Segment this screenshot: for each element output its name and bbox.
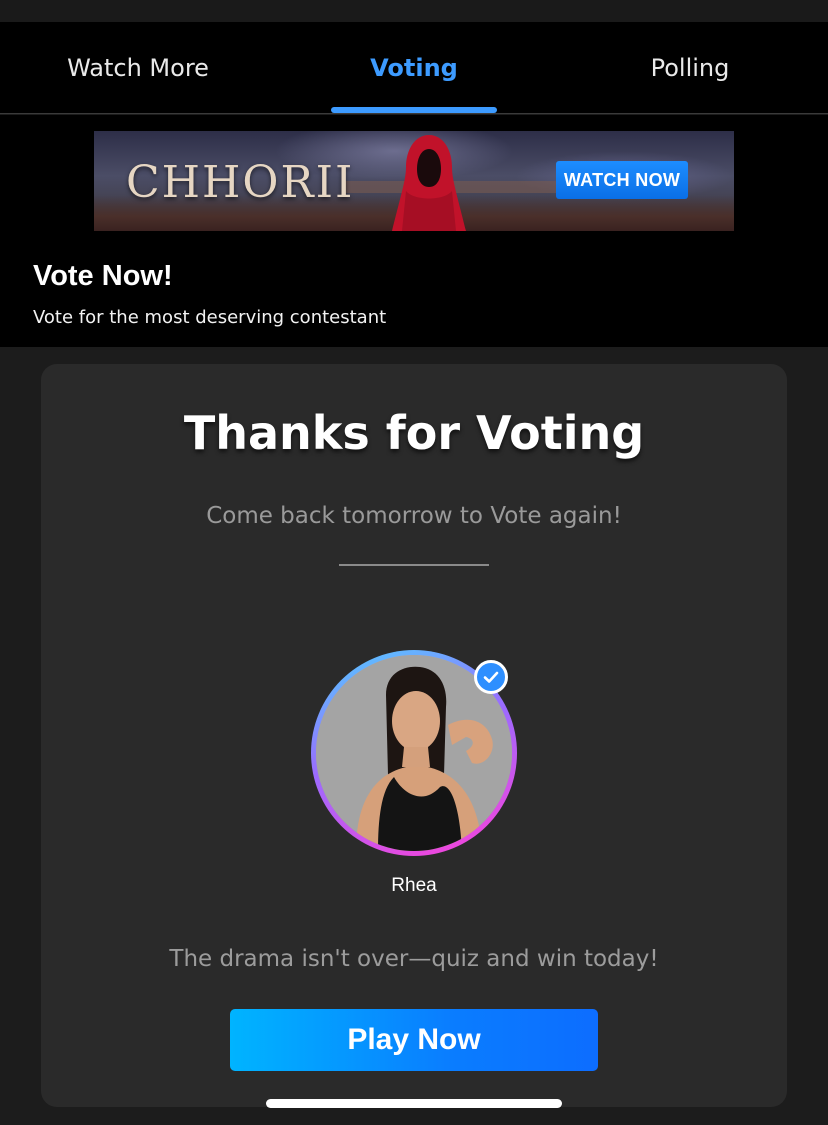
voting-result-card: Thanks for Voting Come back tomorrow to … <box>41 364 787 1107</box>
vote-subtitle: Vote for the most deserving contestant <box>33 307 387 328</box>
thanks-title: Thanks for Voting <box>183 406 645 460</box>
divider <box>339 564 489 566</box>
come-back-message: Come back tomorrow to Vote again! <box>206 503 622 529</box>
banner-title: CHHORII <box>126 157 355 208</box>
tab-polling[interactable]: Polling <box>552 22 828 114</box>
app-screen: Watch More Voting Polling CHHORII WATCH … <box>0 0 828 1125</box>
tab-bar: Watch More Voting Polling <box>0 22 828 114</box>
hooded-figure-image <box>392 135 466 231</box>
quiz-promo-text: The drama isn't over—quiz and win today! <box>169 946 659 972</box>
promo-banner[interactable]: CHHORII WATCH NOW <box>94 131 734 231</box>
vote-title: Vote Now! <box>33 260 173 292</box>
play-now-button[interactable]: Play Now <box>230 1009 598 1071</box>
tab-watch-more[interactable]: Watch More <box>0 22 276 114</box>
watch-now-button[interactable]: WATCH NOW <box>556 161 688 199</box>
active-tab-indicator <box>331 107 497 113</box>
vote-header: CHHORII WATCH NOW Vote Now! Vote for the… <box>0 115 828 347</box>
contestant-name: Rhea <box>391 875 437 896</box>
status-strip <box>0 0 828 22</box>
tab-voting[interactable]: Voting <box>276 22 552 114</box>
home-indicator[interactable] <box>266 1099 562 1108</box>
selected-check-icon <box>474 660 508 694</box>
